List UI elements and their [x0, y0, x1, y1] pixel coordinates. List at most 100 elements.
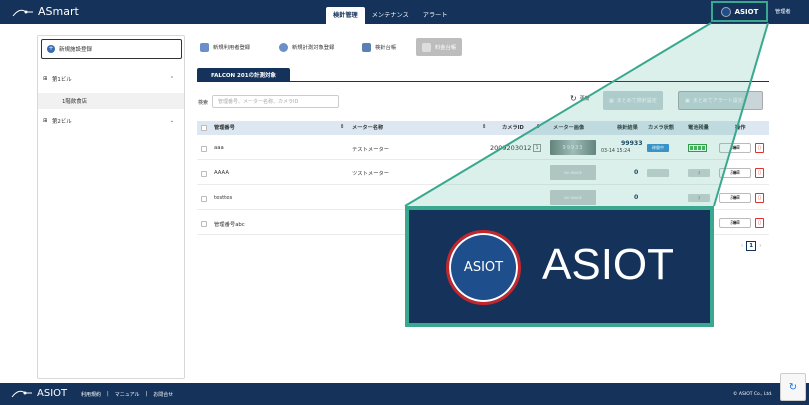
tab-underline	[197, 81, 769, 82]
main-tabs: 検針管理 メンテナンス アラート	[326, 7, 455, 24]
detail-button[interactable]: ◉ 詳細	[719, 218, 751, 228]
detail-button[interactable]: ◉ 詳細	[719, 143, 751, 153]
fee-ledger-label: 料金台帳	[435, 45, 457, 51]
detail-label: 詳細	[730, 146, 740, 151]
camera-status-badge: 稼働中	[647, 144, 669, 152]
target-tab[interactable]: FALCON 201の計測対象	[197, 68, 290, 81]
trash-icon[interactable]: ▯	[755, 143, 764, 153]
search-input[interactable]: 管理番号、メーター名称、カメラID	[212, 95, 339, 108]
col-meter[interactable]: メーター名称	[352, 124, 383, 131]
facility-sidebar: + 新規施設登録 ⊞ 第1ビル ⌃ 1階飲食店 ⊞ 第2ビル ⌄	[37, 35, 185, 379]
building-icon: ⊞	[43, 118, 48, 124]
cell-meter: テストメーター	[352, 147, 390, 153]
detail-label: 詳細	[730, 196, 740, 201]
new-user-button[interactable]: 新規利用者登録	[200, 38, 250, 56]
tree-item-building-2[interactable]: ⊞ 第2ビル ⌄	[38, 113, 184, 129]
footer-logo[interactable]: ASIOT	[11, 387, 67, 399]
manual-link[interactable]: マニュアル	[115, 391, 140, 398]
trash-icon[interactable]: ▯	[755, 168, 764, 178]
user-name[interactable]: 管理者	[775, 8, 791, 15]
cell-id: AAAA	[214, 170, 229, 176]
trash-icon[interactable]: ▯	[755, 193, 764, 203]
contact-link[interactable]: お問合せ	[153, 391, 173, 398]
settings-icon: ▦	[609, 97, 614, 104]
sort-icon[interactable]: ⇕	[340, 124, 344, 130]
battery-unknown: ?	[688, 169, 710, 177]
user-add-icon	[200, 42, 209, 52]
select-all-checkbox[interactable]	[201, 125, 207, 131]
sort-icon[interactable]: ⇕	[536, 124, 540, 130]
new-target-button[interactable]: 新規計測対象登録	[279, 38, 334, 56]
trash-icon[interactable]: ▯	[755, 218, 764, 228]
row-checkbox[interactable]	[201, 196, 207, 202]
divider: |	[107, 391, 109, 397]
bulk-config-button[interactable]: ▦ まとめて検針設定	[603, 91, 663, 110]
copyright: © ASIOT Co., Ltd.	[733, 392, 773, 397]
alert-icon: ▣	[685, 97, 690, 104]
brand-zoom-text: ASIOT	[542, 240, 675, 289]
tab-alert[interactable]: アラート	[416, 7, 455, 24]
cell-id: 管理番号abc	[214, 222, 245, 228]
battery-unknown: ?	[688, 194, 710, 202]
cell-id: testtes	[214, 195, 233, 201]
chevron-up-icon[interactable]: ⌃	[170, 76, 174, 82]
building-icon: ⊞	[43, 76, 48, 82]
brand-highlight[interactable]: ASIOT	[711, 1, 768, 22]
pencil-icon	[422, 42, 431, 52]
chevron-right-icon[interactable]: ›	[759, 243, 761, 249]
brand-zoom-panel: ASIOT ASIOT	[405, 206, 714, 327]
meter-image[interactable]: 99933	[550, 140, 596, 155]
tree-item-restaurant[interactable]: 1階飲食店	[38, 93, 184, 109]
logo-arc-icon	[12, 9, 33, 16]
chevron-left-icon[interactable]: ‹	[741, 243, 743, 249]
tree-item-label: 第2ビル	[52, 119, 72, 125]
update-button[interactable]: ↻ 更新	[570, 94, 590, 103]
pagination: ‹ 1 ›	[741, 241, 761, 251]
app-logo[interactable]: ASmart	[12, 5, 79, 18]
row-checkbox[interactable]	[201, 221, 207, 227]
cell-date: 03-14 15:24	[601, 149, 631, 154]
sort-icon[interactable]: ⇕	[482, 124, 486, 130]
tree-item-building-1[interactable]: ⊞ 第1ビル ⌃	[38, 71, 184, 87]
tab-maintenance[interactable]: メンテナンス	[365, 7, 416, 24]
page-current[interactable]: 1	[746, 241, 757, 251]
bulk-config-label: まとめて検針設定	[616, 98, 657, 104]
table-row[interactable]: aaa テストメーター 2009203012 1 99933 99933 03-…	[197, 136, 769, 160]
footer: ASIOT 利用規約 | マニュアル | お問合せ © ASIOT Co., Ltd…	[0, 383, 809, 405]
col-battery: 電池残量	[688, 125, 709, 131]
chevron-down-icon[interactable]: ⌄	[170, 118, 174, 124]
cell-result: 0	[634, 169, 639, 176]
detail-button[interactable]: ◉ 詳細	[719, 193, 751, 203]
col-camera[interactable]: カメラID	[502, 124, 524, 131]
asiot-logo-icon	[720, 6, 731, 17]
detail-button[interactable]: ◉ 詳細	[719, 168, 751, 178]
table-header: 管理番号 ⇕ メーター名称 ⇕ カメラID ⇕ メーター画像 検針結果 カメラ状…	[197, 121, 769, 135]
cell-result: 0	[634, 194, 639, 201]
col-id[interactable]: 管理番号	[214, 124, 235, 131]
tab-meter-management[interactable]: 検針管理	[326, 7, 365, 24]
cell-meter: ツストメーター	[352, 171, 390, 177]
cell-id: aaa	[214, 145, 224, 151]
recaptcha-badge[interactable]: ↻	[780, 373, 806, 401]
new-target-label: 新規計測対象登録	[292, 45, 335, 51]
camera-tag[interactable]: 1	[533, 144, 541, 152]
ledger-button[interactable]: 検針台帳	[362, 38, 396, 56]
footer-links: 利用規約 | マニュアル | お問合せ	[81, 391, 173, 398]
bulk-alert-button[interactable]: ▣ まとめてアラート設定	[678, 91, 763, 110]
new-facility-button[interactable]: + 新規施設登録	[41, 39, 182, 59]
app-name: ASmart	[38, 5, 79, 18]
detail-label: 詳細	[730, 221, 740, 226]
top-header: ASmart 検針管理 メンテナンス アラート ASIOT 管理者	[0, 0, 809, 24]
document-icon	[362, 42, 371, 52]
ledger-label: 検針台帳	[375, 45, 397, 51]
col-ops: 操作	[735, 125, 746, 131]
fee-ledger-button[interactable]: 料金台帳	[416, 38, 463, 56]
row-checkbox[interactable]	[201, 146, 207, 152]
camera-status-badge	[647, 169, 669, 177]
search-label: 検索	[198, 100, 209, 106]
detail-label: 詳細	[730, 171, 740, 176]
logo-arc-icon	[11, 390, 32, 398]
terms-link[interactable]: 利用規約	[81, 391, 101, 398]
table-row[interactable]: AAAA ツストメーター NO IMAGE 0 ? ◉ 詳細 ▯	[197, 161, 769, 185]
row-checkbox[interactable]	[201, 171, 207, 177]
